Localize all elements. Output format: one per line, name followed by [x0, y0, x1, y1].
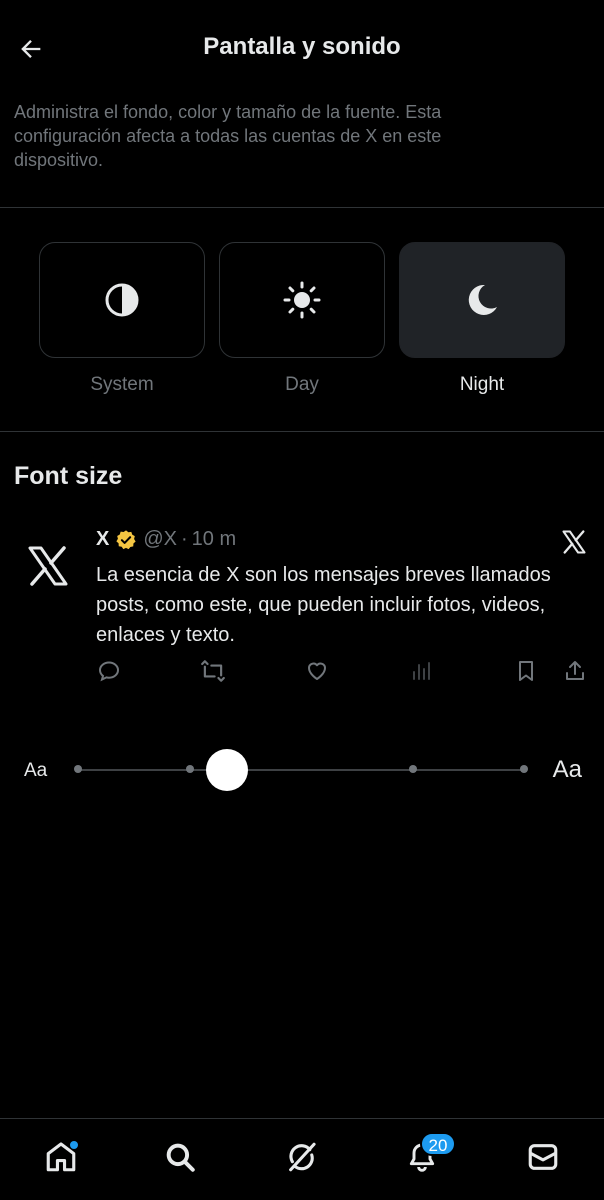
divider: [0, 207, 604, 208]
font-size-slider: Aa Aa: [0, 740, 604, 800]
unread-dot: [69, 1140, 79, 1150]
share-button[interactable]: [562, 658, 588, 684]
font-size-small-label: Aa: [24, 760, 48, 781]
reply-button[interactable]: [96, 658, 122, 684]
slider-thumb[interactable]: [206, 749, 248, 791]
notifications-badge: 20: [420, 1132, 456, 1156]
theme-label: System: [90, 374, 154, 395]
font-size-large-label: Aa: [552, 756, 582, 783]
nav-search[interactable]: [160, 1137, 200, 1177]
divider: [0, 431, 604, 432]
nav-home[interactable]: [41, 1137, 81, 1177]
reply-icon: [98, 661, 120, 682]
slider-track[interactable]: [78, 769, 524, 771]
theme-card[interactable]: [39, 242, 205, 358]
bookmark-icon: [519, 661, 533, 681]
x-logo-avatar: [24, 542, 72, 590]
sun-icon: [283, 281, 321, 319]
nav-grok[interactable]: [282, 1137, 322, 1177]
moon-icon: [468, 284, 497, 315]
post-actions: [96, 658, 590, 684]
post-text: La esencia de X son los mensajes breves …: [96, 564, 551, 646]
slider-tick[interactable]: [74, 765, 82, 773]
slider-tick[interactable]: [520, 765, 528, 773]
nav-messages[interactable]: [523, 1137, 563, 1177]
nav-notifications[interactable]: 20: [402, 1132, 456, 1177]
repost-button[interactable]: [200, 658, 226, 684]
views-button[interactable]: [408, 658, 434, 684]
theme-option-day[interactable]: Day: [219, 242, 385, 396]
like-icon: [308, 662, 326, 680]
half-circle-icon: [105, 283, 139, 317]
theme-selector: System Day Night: [0, 242, 604, 402]
theme-option-night[interactable]: Night: [399, 242, 565, 396]
theme-label: Night: [459, 374, 505, 395]
post-handle: @X: [143, 528, 177, 550]
bottom-nav: 20: [0, 1118, 604, 1200]
theme-card[interactable]: [219, 242, 385, 358]
verified-badge-icon: [116, 529, 136, 549]
post-header: X @X · 10 m: [96, 528, 236, 551]
font-size-title: Font size: [14, 462, 123, 490]
page-title: Pantalla y sonido: [203, 33, 401, 60]
slider-tick[interactable]: [408, 765, 417, 773]
theme-option-system[interactable]: System: [39, 242, 205, 396]
sample-post: X @X · 10 m La esencia de X son los mens…: [0, 522, 604, 692]
theme-card[interactable]: [399, 242, 565, 358]
x-logo-icon: [560, 528, 588, 556]
settings-description: Administra el fondo, color y tamaño de l…: [14, 102, 442, 170]
post-time: 10 m: [191, 528, 237, 550]
post-separator: ·: [181, 528, 188, 550]
bookmark-button[interactable]: [513, 658, 539, 684]
search-icon: [166, 1143, 195, 1172]
slider-tick[interactable]: [185, 765, 194, 773]
views-icon: [413, 662, 430, 680]
post-author-name: X: [96, 528, 110, 550]
header: Pantalla y sonido: [0, 0, 604, 96]
messages-icon: [528, 1144, 558, 1170]
theme-label: Day: [285, 374, 319, 395]
x-logo-icon: [28, 546, 68, 586]
grok-icon: [289, 1142, 316, 1172]
share-icon: [566, 661, 584, 680]
repost-icon: [201, 660, 225, 682]
like-button[interactable]: [304, 658, 330, 684]
